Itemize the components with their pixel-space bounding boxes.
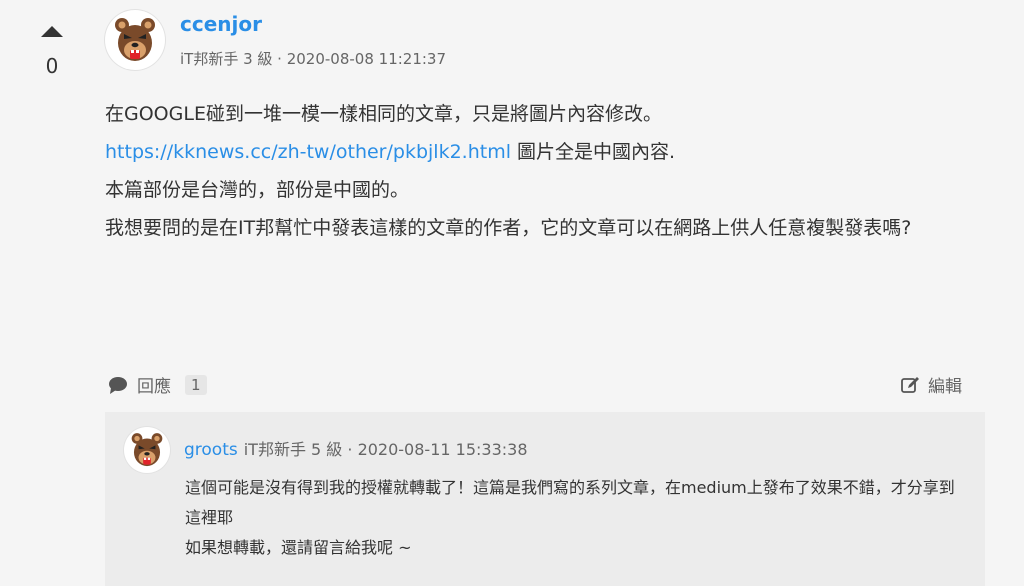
vote-panel: 0 (28, 20, 76, 78)
edit-label: 編輯 (928, 377, 962, 397)
post-line: 我想要問的是在IT邦幫忙中發表這樣的文章的作者，它的文章可以在網路上供人任意複製… (105, 217, 912, 239)
reply-header: groots iT邦新手 5 級 · 2020-08-11 15:33:38 (184, 436, 528, 460)
post-line: 在GOOGLE碰到一堆一模一樣相同的文章，只是將圖片內容修改。 (105, 103, 662, 125)
reply-line: 這個可能是沒有得到我的授權就轉載了！這篇是我們寫的系列文章，在medium上發布… (185, 478, 955, 527)
reply-button[interactable]: 回應 1 (108, 372, 207, 397)
reply-meta: iT邦新手 5 級 · 2020-08-11 15:33:38 (243, 440, 528, 459)
reply-author-name[interactable]: groots (184, 440, 238, 460)
bear-avatar-icon (115, 18, 155, 61)
reply-line: 如果想轉載，還請留言給我呢 ~ (185, 538, 412, 557)
post-line-suffix: 圖片全是中國內容. (511, 141, 676, 163)
comment-bubble-icon (109, 376, 127, 394)
vote-count: 0 (45, 54, 59, 78)
upvote-arrow-icon[interactable] (41, 26, 63, 37)
post-link[interactable]: https://kknews.cc/zh-tw/other/pkbjlk2.ht… (105, 141, 511, 163)
post-line: https://kknews.cc/zh-tw/other/pkbjlk2.ht… (105, 133, 985, 171)
edit-button[interactable]: 編輯 (900, 372, 962, 397)
post-body: 在GOOGLE碰到一堆一模一樣相同的文章，只是將圖片內容修改。 https://… (105, 95, 985, 247)
bear-avatar-icon (131, 433, 163, 467)
edit-pencil-icon (901, 376, 919, 393)
post-meta: iT邦新手 3 級 · 2020-08-08 11:21:37 (180, 50, 447, 68)
post-line: 本篇部份是台灣的，部份是中國的。 (105, 179, 410, 201)
reply-count-badge: 1 (185, 374, 207, 395)
author-avatar[interactable] (105, 10, 165, 70)
reply-author-avatar[interactable] (124, 427, 170, 473)
post-author-name[interactable]: ccenjor (180, 12, 262, 36)
reply-label: 回應 (137, 377, 171, 397)
reply-body: 這個可能是沒有得到我的授權就轉載了！這篇是我們寫的系列文章，在medium上發布… (185, 473, 955, 563)
